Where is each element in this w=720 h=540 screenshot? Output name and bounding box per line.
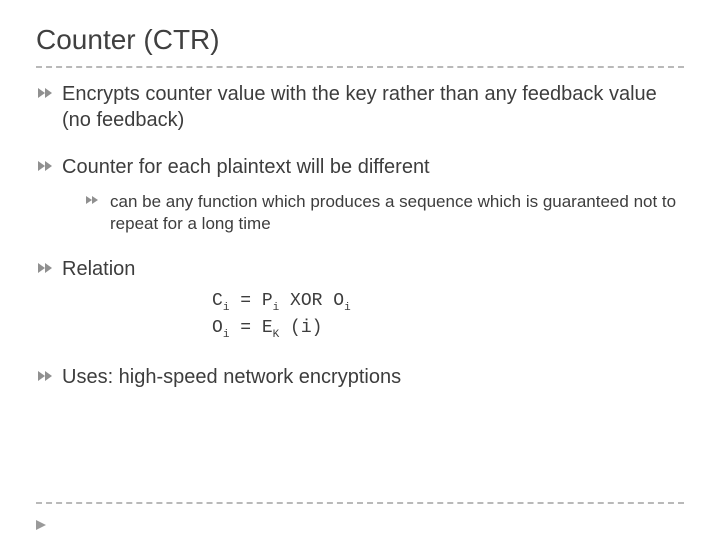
code-char: = (229, 318, 261, 338)
code-char: C (212, 291, 223, 311)
slide-title: Counter (CTR) (36, 24, 684, 60)
code-subscript: i (344, 302, 351, 314)
code-subscript: i (273, 302, 280, 314)
code-char: = (229, 291, 261, 311)
code-line: Oi = EK (i) (212, 316, 684, 343)
code-block: Ci = Pi XOR Oi Oi = EK (i) (212, 289, 684, 343)
code-subscript: i (223, 329, 230, 341)
bullet-item: Relation Ci = Pi XOR Oi Oi = EK (i) (36, 257, 684, 343)
bullet-text: Counter for each plaintext will be diffe… (62, 156, 430, 178)
code-subscript: K (273, 329, 280, 341)
title-divider (36, 66, 684, 68)
bullet-text: Relation (62, 258, 135, 280)
bottom-divider (36, 502, 684, 504)
sub-bullet-text: can be any function which produces a seq… (110, 192, 676, 233)
bullet-item: Encrypts counter value with the key rath… (36, 82, 684, 133)
code-char: O (333, 291, 344, 311)
bullet-list: Encrypts counter value with the key rath… (36, 82, 684, 390)
bullet-text: Encrypts counter value with the key rath… (62, 83, 657, 131)
code-char: (i) (279, 318, 322, 338)
code-char: P (262, 291, 273, 311)
code-char: XOR (279, 291, 333, 311)
sub-bullet-item: can be any function which produces a seq… (84, 191, 684, 235)
arrow-icon (36, 520, 46, 530)
bullet-text: Uses: high-speed network encryptions (62, 366, 401, 388)
code-char: O (212, 318, 223, 338)
sub-bullet-list: can be any function which produces a seq… (84, 191, 684, 235)
bullet-item: Counter for each plaintext will be diffe… (36, 155, 684, 235)
bullet-item: Uses: high-speed network encryptions (36, 365, 684, 391)
code-char: E (262, 318, 273, 338)
slide: Counter (CTR) Encrypts counter value wit… (0, 0, 720, 540)
code-subscript: i (223, 302, 230, 314)
code-line: Ci = Pi XOR Oi (212, 289, 684, 316)
